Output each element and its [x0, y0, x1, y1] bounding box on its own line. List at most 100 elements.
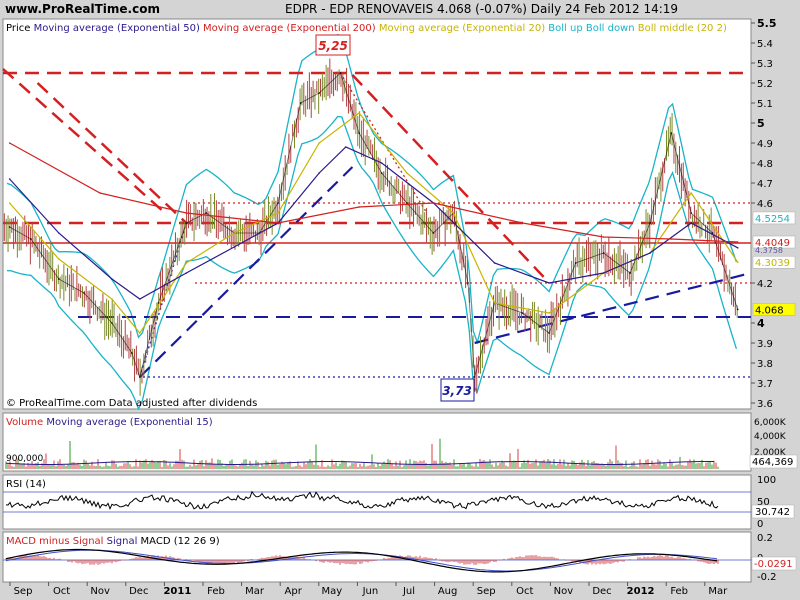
y-tick-label: 3.8: [757, 359, 773, 370]
site-label[interactable]: www.ProRealTime.com: [5, 2, 160, 16]
series-point: [299, 102, 302, 104]
chart-title: EDPR - EDP RENOVAVEIS 4.068 (-0.07%) Dai…: [285, 2, 678, 16]
value-badge-text: 4.5254: [755, 214, 790, 225]
series-point: [139, 332, 141, 334]
y-tick-label: 4.7: [757, 179, 773, 190]
series-point: [277, 202, 279, 204]
macd-legend: MACD minus Signal Signal MACD (12 26 9): [6, 536, 220, 547]
overlap-label: 4.3758: [755, 246, 783, 255]
svg-text:5,25: 5,25: [318, 39, 348, 53]
y-tick-label: 5.5: [757, 17, 777, 30]
y-tick-label: 4.2: [757, 279, 773, 290]
y-tick-label: 4.6: [757, 199, 773, 210]
rsi-panel[interactable]: [2, 474, 752, 530]
series-point: [406, 172, 408, 174]
legend-entry: Moving average (Exponential 20): [376, 23, 546, 34]
series-point: [574, 262, 577, 264]
series-point: [58, 278, 60, 280]
y-tick-label: 4.9: [757, 139, 773, 150]
series-point: [493, 262, 496, 264]
series-point: [358, 132, 360, 134]
series-point: [649, 252, 651, 254]
legend-entry: Volume: [6, 417, 43, 428]
series-point: [185, 222, 188, 224]
annotation-low: 3,73: [440, 378, 475, 402]
x-tick-label: 2011: [163, 586, 191, 597]
series-point: [131, 352, 133, 354]
series-point: [736, 241, 739, 243]
macd-badge-text: -0.0291: [754, 559, 793, 570]
series-point: [602, 252, 605, 254]
series-point: [670, 132, 673, 134]
y-tick-label: 3.9: [757, 339, 773, 350]
series-point: [736, 247, 739, 249]
series-point: [277, 212, 279, 214]
x-tick-label: Nov: [554, 586, 574, 597]
rsi-y-tick: 0: [757, 519, 763, 530]
series-point: [318, 172, 321, 174]
series-point: [736, 308, 739, 311]
y-tick-label: 3.7: [757, 379, 773, 390]
series-point: [690, 192, 693, 194]
series-point: [8, 178, 11, 180]
series-point: [380, 162, 383, 164]
series-point: [452, 212, 455, 214]
y-tick-label: 5.1: [757, 99, 773, 110]
series-point: [233, 232, 235, 234]
series-point: [185, 272, 188, 274]
series-point: [344, 146, 347, 148]
volume-badge-text: 464,369: [752, 457, 793, 468]
macd-y-tick: -0.2: [757, 572, 777, 583]
y-tick-label: 4: [757, 317, 765, 330]
series-point: [139, 298, 141, 300]
rsi-badge-text: 30.742: [755, 507, 790, 518]
legend-entry: Price: [6, 23, 30, 34]
series-point: [139, 376, 141, 378]
legend-entry: MACD minus Signal: [6, 536, 103, 547]
value-badge-text: 4.068: [755, 305, 784, 316]
series-point: [233, 246, 235, 248]
series-point: [548, 312, 550, 314]
series-point: [432, 202, 435, 204]
volume-legend: Volume Moving average (Exponential 15): [6, 417, 213, 428]
series-point: [521, 312, 524, 314]
series-point: [8, 226, 11, 228]
series-point: [318, 92, 321, 94]
x-tick-label: May: [321, 586, 342, 597]
series-point: [58, 258, 60, 260]
x-tick-label: Dec: [592, 586, 611, 597]
x-tick-label: Oct: [53, 586, 70, 597]
series-point: [548, 332, 550, 334]
series-point: [548, 282, 550, 284]
series-point: [185, 212, 188, 214]
annotation-high: 5,25: [315, 34, 351, 56]
series-point: [30, 238, 32, 240]
rsi-legend: RSI (14): [6, 479, 46, 490]
series-point: [185, 262, 188, 264]
x-tick-label: 2012: [627, 586, 655, 597]
chart-window: www.ProRealTime.com EDPR - EDP RENOVAVEI…: [0, 0, 800, 600]
series-point: [111, 298, 113, 300]
series-point: [670, 238, 673, 240]
series-point: [406, 202, 408, 204]
x-tick-label: Aug: [438, 586, 458, 597]
x-tick-label: Jun: [362, 586, 379, 597]
y-tick-label: 5.4: [757, 39, 773, 50]
series-point: [358, 112, 360, 114]
series-point: [473, 376, 476, 378]
legend-entry: Boll middle (20 2): [635, 23, 727, 34]
series-point: [467, 282, 469, 284]
legend-entry: Signal: [103, 536, 137, 547]
x-tick-label: Nov: [90, 586, 110, 597]
volume-y-tick: 6,000K: [754, 418, 787, 428]
series-point: [649, 222, 651, 224]
legend-entry: Moving average (Exponential 200): [200, 23, 376, 34]
price-panel[interactable]: [2, 18, 752, 410]
x-tick-label: Dec: [129, 586, 148, 597]
y-tick-label: 4.8: [757, 159, 773, 170]
series-point: [521, 222, 524, 224]
series-point: [339, 72, 342, 74]
x-tick-label: Apr: [285, 586, 303, 597]
volume-y-tick: 4,000K: [754, 432, 787, 442]
legend-entry: Moving average (Exponential 15): [43, 417, 213, 428]
